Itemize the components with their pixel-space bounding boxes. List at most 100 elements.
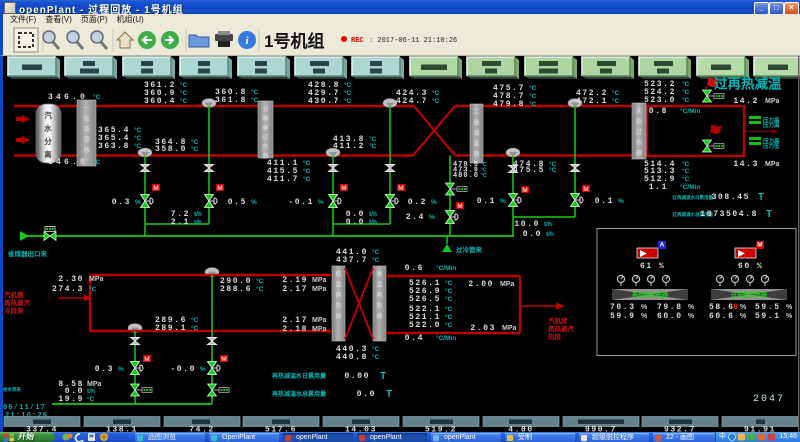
svg-text:%: % — [786, 313, 793, 320]
svg-text:°C: °C — [303, 159, 311, 167]
svg-text:°C: °C — [445, 313, 453, 321]
svg-text:522.0: 522.0 — [409, 321, 441, 330]
svg-text:°C: °C — [93, 158, 101, 166]
svg-text:60.6: 60.6 — [709, 312, 735, 321]
svg-text:再热蒸汽: 再热蒸汽 — [4, 298, 31, 307]
svg-text:级: 级 — [636, 118, 642, 126]
svg-text:压力低: 压力低 — [763, 142, 780, 150]
svg-text:°C: °C — [445, 305, 453, 313]
svg-text:°C: °C — [134, 126, 142, 134]
svg-text:t/h: t/h — [544, 221, 552, 228]
svg-text:级: 级 — [473, 119, 479, 127]
svg-text:%: % — [757, 262, 762, 271]
svg-text:%: % — [618, 198, 624, 205]
svg-text:%: % — [429, 214, 435, 221]
svg-text:t/h: t/h — [87, 388, 95, 395]
svg-text:°C: °C — [87, 395, 95, 403]
svg-text:%: % — [740, 313, 747, 320]
svg-text:°C: °C — [191, 145, 199, 153]
svg-text:0.0: 0.0 — [346, 218, 365, 227]
svg-text:汽: 汽 — [44, 110, 52, 120]
svg-text:°C/Min: °C/Min — [680, 183, 700, 191]
svg-text:分: 分 — [44, 136, 52, 146]
svg-text:138.1: 138.1 — [106, 425, 138, 432]
svg-text:360.4: 360.4 — [144, 97, 176, 106]
svg-text:°C/Min: °C/Min — [436, 264, 456, 272]
svg-text:MPa: MPa — [312, 286, 327, 293]
svg-text:M: M — [757, 242, 762, 249]
svg-text:274.3: 274.3 — [52, 285, 84, 294]
svg-text:19.9: 19.9 — [58, 395, 84, 404]
svg-text:°C: °C — [445, 321, 453, 329]
svg-text:°C: °C — [445, 279, 453, 287]
svg-text:给水泵来: 给水泵来 — [3, 386, 21, 393]
svg-text:°C: °C — [529, 92, 537, 100]
svg-text:°C: °C — [372, 248, 380, 256]
svg-text:热段: 热段 — [548, 332, 562, 341]
svg-text:%: % — [688, 313, 695, 320]
svg-text:°C: °C — [682, 160, 690, 168]
svg-text:%: % — [431, 199, 437, 206]
svg-text:°C: °C — [369, 135, 377, 143]
svg-text:%: % — [641, 304, 648, 311]
svg-text:2.30: 2.30 — [58, 275, 84, 284]
svg-text:°C: °C — [251, 88, 259, 96]
svg-text:990.7: 990.7 — [585, 425, 617, 432]
svg-text:437.7: 437.7 — [336, 256, 368, 265]
svg-text:过: 过 — [262, 133, 268, 141]
svg-text:°C: °C — [191, 316, 199, 324]
svg-text:°C: °C — [372, 353, 380, 361]
svg-text:°C: °C — [93, 93, 101, 101]
svg-text:°C: °C — [529, 84, 537, 92]
svg-text:再: 再 — [376, 292, 382, 299]
svg-text:热: 热 — [335, 302, 341, 310]
svg-text:温: 温 — [83, 136, 89, 144]
svg-text:%: % — [251, 199, 257, 206]
svg-text:424.7: 424.7 — [396, 97, 428, 106]
svg-text:0.00: 0.00 — [344, 372, 370, 381]
svg-text:346.0: 346.0 — [48, 93, 88, 102]
svg-text:MPa: MPa — [502, 325, 517, 332]
svg-text:°C: °C — [191, 138, 199, 146]
svg-text:2.17: 2.17 — [282, 316, 308, 325]
svg-text:°C: °C — [303, 167, 311, 175]
svg-text:MPa: MPa — [500, 281, 515, 288]
svg-text:省煤器出口来: 省煤器出口来 — [7, 249, 48, 258]
svg-text:温: 温 — [473, 140, 479, 148]
svg-text:再热减温水总累用量: 再热减温水总累用量 — [272, 390, 326, 398]
svg-text:4.00: 4.00 — [508, 425, 534, 432]
svg-text:汽机房: 汽机房 — [548, 316, 568, 325]
svg-text:517.6: 517.6 — [265, 425, 297, 432]
svg-text:压力高: 压力高 — [763, 121, 780, 129]
svg-text:°C: °C — [180, 97, 188, 105]
svg-text:器: 器 — [335, 313, 341, 320]
svg-text:°C: °C — [432, 89, 440, 97]
svg-text:14.2: 14.2 — [733, 97, 759, 106]
svg-text:再热减温水日累用量: 再热减温水日累用量 — [272, 372, 326, 380]
svg-text:°C: °C — [256, 277, 264, 285]
svg-text:440.8: 440.8 — [336, 353, 368, 362]
svg-text:2.4: 2.4 — [406, 213, 425, 222]
svg-text:61: 61 — [640, 262, 653, 271]
svg-text:°C: °C — [529, 100, 537, 108]
svg-text:°C: °C — [612, 97, 620, 105]
svg-text:°C: °C — [180, 81, 188, 89]
svg-text:减: 减 — [83, 125, 89, 133]
svg-text:温: 温 — [376, 281, 382, 289]
svg-text:%: % — [500, 198, 506, 205]
svg-text:°C: °C — [134, 134, 142, 142]
svg-text:0.2: 0.2 — [408, 198, 427, 207]
svg-text:: 2017-06-11 21:10:26: : 2017-06-11 21:10:26 — [369, 37, 457, 45]
svg-text:末: 末 — [636, 107, 642, 115]
svg-text:热: 热 — [376, 302, 382, 310]
svg-text:%: % — [200, 366, 206, 373]
svg-text:再热器传感器: 再热器传感器 — [632, 291, 669, 299]
svg-text:屏: 屏 — [262, 125, 268, 132]
svg-text:汽机侧: 汽机侧 — [4, 290, 24, 299]
svg-text:热: 热 — [262, 143, 268, 151]
svg-text:361.8: 361.8 — [215, 96, 247, 105]
svg-text:0.0: 0.0 — [523, 230, 542, 239]
svg-text:%: % — [135, 199, 141, 206]
svg-text:358.0: 358.0 — [155, 145, 187, 154]
svg-text:MPa: MPa — [87, 381, 102, 388]
